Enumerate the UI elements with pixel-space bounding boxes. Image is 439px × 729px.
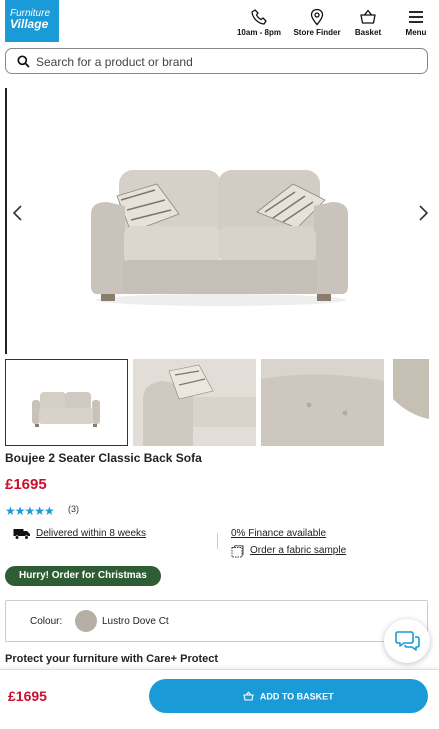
thumbnail-2-image <box>133 359 256 446</box>
opening-hours-link[interactable]: 10am - 8pm <box>232 8 286 37</box>
colour-name: Lustro Dove Ct <box>102 616 169 627</box>
basket-icon <box>243 691 254 701</box>
thumbnail-4[interactable] <box>389 359 435 446</box>
finance-link[interactable]: 0% Finance available <box>231 528 326 539</box>
sofa-image <box>91 170 348 306</box>
christmas-badge: Hurry! Order for Christmas <box>5 566 161 586</box>
search-icon <box>17 55 30 68</box>
search-input[interactable] <box>36 53 416 70</box>
menu-button[interactable]: Menu <box>400 8 432 37</box>
delivery-info-link[interactable]: Delivered within 8 weeks <box>36 528 146 539</box>
thumbnail-2[interactable] <box>133 359 256 446</box>
colour-label: Colour: <box>30 616 63 627</box>
colour-swatch <box>75 610 97 632</box>
thumbnail-3-image <box>261 359 384 446</box>
care-protect-heading: Protect your furniture with Care+ Protec… <box>5 653 219 665</box>
sticky-purchase-bar: £1695 ADD TO BASKET <box>0 669 439 729</box>
truck-icon <box>13 529 30 540</box>
product-price: £1695 <box>5 476 47 493</box>
basket-label: Basket <box>354 28 382 37</box>
star-rating-icons: ★★★★★ <box>5 504 55 518</box>
fabric-sample-link[interactable]: Order a fabric sample <box>250 545 346 556</box>
phone-icon <box>251 9 267 25</box>
colour-selector[interactable]: Colour: Lustro Dove Ct <box>5 600 428 642</box>
add-to-basket-label: ADD TO BASKET <box>259 691 334 702</box>
menu-icon <box>409 11 423 23</box>
store-finder-label: Store Finder <box>293 28 341 37</box>
review-count[interactable]: (3) <box>68 504 79 514</box>
logo-text-line2: Village <box>10 17 49 31</box>
live-chat-button[interactable] <box>384 619 430 663</box>
chevron-right-icon[interactable] <box>415 203 431 223</box>
basket-link[interactable]: Basket <box>350 8 386 37</box>
site-header: Furniture Village 10am - 8pm Store Finde… <box>0 0 439 44</box>
thumbnail-1[interactable] <box>5 359 128 446</box>
thumbnail-3[interactable] <box>261 359 384 446</box>
furniture-village-logo[interactable]: Furniture Village <box>5 0 59 42</box>
add-to-basket-button[interactable]: ADD TO BASKET <box>149 679 428 713</box>
menu-label: Menu <box>405 28 427 37</box>
product-main-image[interactable] <box>5 88 435 354</box>
basket-icon <box>360 9 376 24</box>
chat-icon <box>395 631 420 651</box>
location-pin-icon <box>310 8 324 26</box>
store-finder-link[interactable]: Store Finder <box>290 8 344 37</box>
thumbnail-strip <box>5 359 435 447</box>
sticky-price: £1695 <box>8 688 47 704</box>
chevron-left-icon[interactable] <box>10 203 26 223</box>
info-divider <box>217 533 218 549</box>
thumbnail-4-image <box>389 359 435 446</box>
fabric-swatch-icon <box>231 545 244 558</box>
thumbnail-1-image <box>32 392 100 427</box>
search-bar[interactable] <box>5 48 428 74</box>
opening-hours-label: 10am - 8pm <box>236 28 282 37</box>
product-title: Boujee 2 Seater Classic Back Sofa <box>5 451 202 465</box>
